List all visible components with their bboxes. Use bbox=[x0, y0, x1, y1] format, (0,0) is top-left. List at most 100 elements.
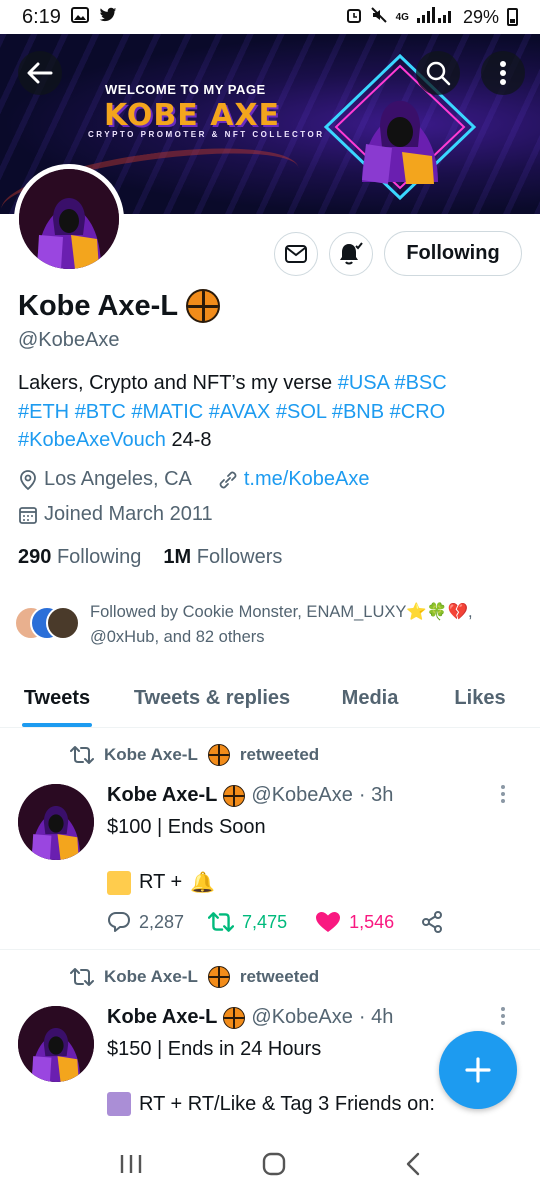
alarm-icon bbox=[346, 7, 362, 28]
tweet-author-handle[interactable]: @KobeAxe bbox=[251, 784, 352, 807]
tweet-time[interactable]: · 3h bbox=[359, 784, 393, 807]
hooded-figure-avatar-art bbox=[18, 1006, 94, 1082]
basketball-icon bbox=[223, 784, 246, 807]
retweet-icon bbox=[70, 746, 94, 764]
tweet-author-name[interactable]: Kobe Axe-L bbox=[107, 1006, 217, 1029]
banner-welcome-text: WELCOME TO MY PAGE bbox=[105, 82, 266, 97]
signal-icon bbox=[416, 6, 455, 28]
notifications-button[interactable] bbox=[329, 232, 373, 276]
tab-tweets-and-replies[interactable]: Tweets & replies bbox=[126, 670, 298, 727]
purple-square-emoji bbox=[107, 1092, 131, 1116]
like-count: 1,546 bbox=[349, 911, 395, 932]
bell-check-icon bbox=[340, 242, 363, 265]
hashtag-link[interactable]: #SOL bbox=[276, 401, 326, 423]
followed-by-text: Followed by Cookie Monster, ENAM_LUXY⭐🍀💔… bbox=[90, 603, 473, 646]
vertical-dots-icon bbox=[501, 1007, 505, 1025]
tweet-text-line2: RT + RT/Like & Tag 3 Friends on: bbox=[107, 1092, 435, 1116]
followed-by[interactable]: Followed by Cookie Monster, ENAM_LUXY⭐🍀💔… bbox=[14, 600, 524, 650]
chevron-left-icon bbox=[406, 1152, 420, 1175]
location-text: Los Angeles, CA bbox=[44, 468, 192, 490]
like-button[interactable]: 1,546 bbox=[315, 911, 394, 933]
tab-tweets[interactable]: Tweets bbox=[18, 670, 96, 727]
vertical-dots-icon bbox=[501, 785, 505, 803]
tweet-more-button[interactable] bbox=[500, 1006, 506, 1030]
hashtag-link[interactable]: #CRO bbox=[390, 401, 446, 423]
twitter-icon bbox=[99, 6, 117, 29]
followed-by-line2: @0xHub, and 82 others bbox=[90, 628, 265, 646]
calendar-icon bbox=[19, 506, 37, 524]
back-button[interactable] bbox=[18, 51, 62, 95]
tweet-author-avatar[interactable] bbox=[18, 784, 94, 860]
android-nav-bar bbox=[0, 1132, 540, 1200]
tweet-author-avatar[interactable] bbox=[18, 1006, 94, 1082]
hooded-figure-avatar-art bbox=[19, 169, 119, 269]
tweet-header: Kobe Axe-L @KobeAxe · 3h bbox=[107, 784, 393, 807]
message-button[interactable] bbox=[274, 232, 318, 276]
share-button[interactable] bbox=[420, 910, 444, 934]
location-pin-icon bbox=[20, 469, 36, 490]
heart-icon bbox=[316, 912, 341, 932]
website-link[interactable]: t.me/KobeAxe bbox=[244, 468, 370, 491]
tab-likes[interactable]: Likes bbox=[450, 670, 510, 727]
tweet-line2-text: RT + RT/Like & Tag 3 Friends on: bbox=[139, 1092, 435, 1115]
mute-icon bbox=[370, 6, 388, 29]
hashtag-link[interactable]: #USA bbox=[338, 372, 389, 394]
display-name-text: Kobe Axe-L bbox=[18, 289, 179, 322]
profile-tabs: Tweets Tweets & replies Media Likes bbox=[0, 670, 540, 728]
retweet-icon bbox=[208, 912, 235, 932]
profile-avatar[interactable] bbox=[14, 164, 124, 274]
hashtag-link[interactable]: #BTC bbox=[75, 401, 126, 423]
following-count-link[interactable]: 290 Following bbox=[18, 546, 141, 569]
followers-label: Followers bbox=[196, 546, 283, 568]
basketball-icon bbox=[207, 966, 230, 988]
retweeter-name[interactable]: Kobe Axe-L bbox=[104, 967, 198, 987]
hashtag-link[interactable]: #MATIC bbox=[131, 401, 203, 423]
status-time: 6:19 bbox=[22, 5, 61, 28]
envelope-icon bbox=[285, 245, 307, 263]
basketball-icon bbox=[186, 289, 221, 323]
followers-count-link[interactable]: 1M Followers bbox=[163, 546, 282, 569]
bio-text: Lakers, Crypto and NFT’s my verse bbox=[18, 372, 338, 394]
hashtag-link[interactable]: #AVAX bbox=[209, 401, 271, 423]
following-button[interactable]: Following bbox=[384, 231, 522, 276]
home-button[interactable] bbox=[261, 1151, 287, 1182]
hashtag-link[interactable]: #KobeAxeVouch bbox=[18, 429, 166, 451]
more-options-button[interactable] bbox=[481, 51, 525, 95]
battery-icon bbox=[507, 8, 518, 26]
location: Los Angeles, CA bbox=[18, 468, 192, 491]
hashtag-link[interactable]: #BSC bbox=[394, 372, 446, 394]
retweeted-label: retweeted bbox=[239, 745, 320, 764]
joined-date: Joined March 2011 bbox=[18, 503, 213, 526]
tweet-text: $150 | Ends in 24 Hours bbox=[107, 1038, 322, 1060]
profile-display-name: Kobe Axe-L bbox=[18, 289, 221, 323]
profile-meta-row: Los Angeles, CA t.me/KobeAxe bbox=[18, 468, 370, 491]
search-button[interactable] bbox=[416, 51, 460, 95]
tweet-more-button[interactable] bbox=[500, 784, 506, 808]
retweet-button[interactable]: 7,475 bbox=[208, 911, 287, 933]
tweet-text-line2: RT + 🔔 bbox=[107, 870, 215, 895]
follower-avatars bbox=[14, 606, 80, 642]
vertical-dots-icon bbox=[500, 61, 506, 85]
website[interactable]: t.me/KobeAxe bbox=[218, 468, 370, 491]
profile-handle: @KobeAxe bbox=[18, 329, 120, 351]
hashtag-link[interactable]: #BNB bbox=[332, 401, 384, 423]
tweet[interactable]: Kobe Axe-L retweeted Kobe Axe-L @KobeAxe… bbox=[0, 730, 540, 950]
compose-tweet-button[interactable] bbox=[439, 1031, 517, 1109]
gallery-icon bbox=[70, 6, 89, 29]
tweet-text: $100 | Ends Soon bbox=[107, 816, 266, 838]
retweet-context: Kobe Axe-L retweeted bbox=[70, 966, 319, 988]
tweet-author-handle[interactable]: @KobeAxe bbox=[251, 1006, 352, 1029]
tab-media[interactable]: Media bbox=[334, 670, 406, 727]
reply-icon bbox=[108, 912, 130, 932]
bell-emoji: 🔔 bbox=[190, 872, 216, 894]
reply-button[interactable]: 2,287 bbox=[107, 911, 184, 933]
banner-tagline: CRYPTO PROMOTER & NFT COLLECTOR bbox=[88, 130, 325, 139]
recent-apps-button[interactable] bbox=[119, 1153, 143, 1180]
tweet-time[interactable]: · 4h bbox=[359, 1006, 393, 1029]
tweet-actions: 2,287 7,475 1,546 bbox=[107, 910, 444, 934]
basketball-icon bbox=[207, 744, 230, 766]
tweet-author-name[interactable]: Kobe Axe-L bbox=[107, 784, 217, 807]
retweeter-name[interactable]: Kobe Axe-L bbox=[104, 745, 198, 765]
back-nav-button[interactable] bbox=[405, 1152, 421, 1181]
hashtag-link[interactable]: #ETH bbox=[18, 401, 69, 423]
